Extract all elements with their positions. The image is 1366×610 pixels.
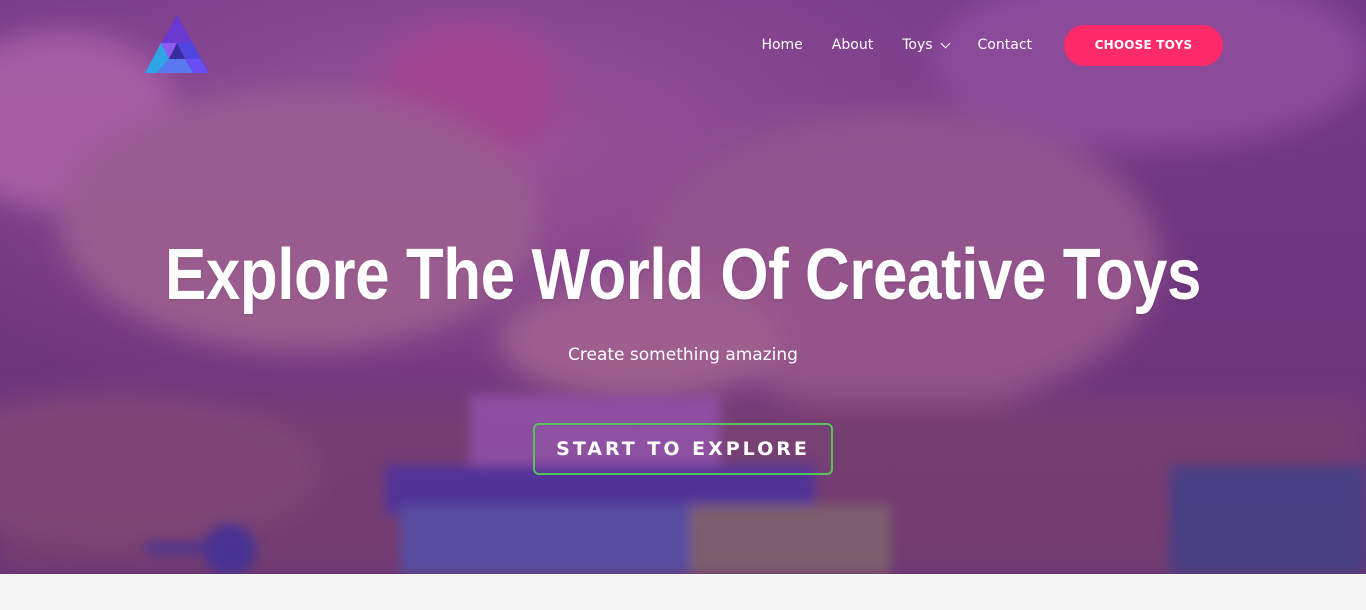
- main-nav: Home About Toys Contact CHOOSE TOYS: [761, 0, 1223, 90]
- hero-headline: Explore The World Of Creative Toys: [165, 235, 1201, 315]
- chevron-down-icon: [940, 38, 950, 48]
- hero-section: Home About Toys Contact CHOOSE TOYS Expl…: [0, 0, 1366, 574]
- triangle-blocks-logo-icon[interactable]: [143, 13, 211, 75]
- nav-toys-label: Toys: [902, 37, 933, 53]
- site-header: Home About Toys Contact CHOOSE TOYS: [0, 0, 1366, 90]
- nav-about[interactable]: About: [832, 37, 873, 53]
- nav-contact[interactable]: Contact: [978, 37, 1032, 53]
- next-section: [0, 574, 1366, 610]
- nav-home[interactable]: Home: [761, 37, 802, 53]
- start-to-explore-button[interactable]: START TO EXPLORE: [533, 423, 833, 475]
- choose-toys-button[interactable]: CHOOSE TOYS: [1064, 24, 1223, 66]
- hero-subheadline: Create something amazing: [568, 345, 798, 365]
- nav-about-label: About: [831, 37, 874, 53]
- nav-toys[interactable]: Toys: [902, 37, 950, 53]
- nav-contact-label: Contact: [977, 37, 1032, 53]
- nav-home-label: Home: [761, 37, 803, 53]
